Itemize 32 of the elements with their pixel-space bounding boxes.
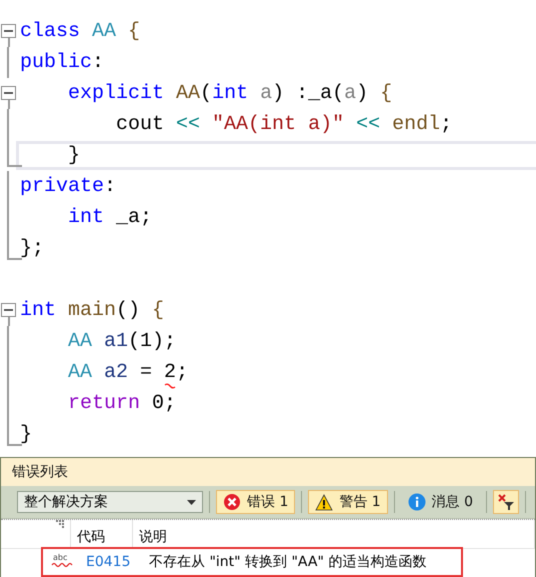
- code-line: AA a2 = 2;: [20, 361, 188, 384]
- filter-button[interactable]: 警告 1: [308, 490, 388, 514]
- code-line: explicit AA(int a) :_a(a) {: [67, 82, 392, 105]
- fold-line: [7, 47, 11, 78]
- error-code-link[interactable]: E0415: [81, 554, 144, 570]
- code-line: int main() {: [20, 299, 164, 322]
- code-line: AA a1(1);: [67, 330, 176, 353]
- code-line: }: [20, 423, 32, 446]
- clear-filter-icon: [497, 493, 516, 511]
- column-header[interactable]: 说明: [139, 528, 167, 546]
- info-icon: [408, 493, 426, 511]
- filter-button[interactable]: 消息 0: [400, 490, 480, 514]
- code-line: class AA {: [20, 20, 140, 43]
- column-header[interactable]: 代码: [77, 528, 105, 546]
- grid-corner-icon: [56, 520, 64, 528]
- scope-dropdown[interactable]: 整个解决方案: [17, 491, 203, 513]
- error-description: 不存在从 "int" 转换到 "AA" 的适当构造函数: [148, 553, 426, 571]
- filter-button[interactable]: 错误 1: [216, 490, 296, 514]
- code-line: private:: [20, 175, 116, 198]
- code-line: int _a;: [67, 206, 152, 229]
- clear-filter-button[interactable]: [493, 490, 520, 514]
- code-line: public:: [20, 51, 104, 74]
- code-line: }: [67, 144, 80, 167]
- panel-title: 错误列表: [12, 463, 68, 481]
- code-line: cout << "AA(int a)" << endl;: [115, 113, 452, 136]
- error-icon: [223, 493, 241, 511]
- error-row[interactable]: abc E0415 不存在从 "int" 转换到 "AA" 的适当构造函数: [43, 549, 461, 575]
- warning-icon: [315, 494, 334, 510]
- code-line: };: [20, 237, 44, 260]
- error-squiggle: [164, 383, 176, 389]
- caret-icon: [187, 500, 196, 504]
- code-line: return 0;: [67, 392, 176, 415]
